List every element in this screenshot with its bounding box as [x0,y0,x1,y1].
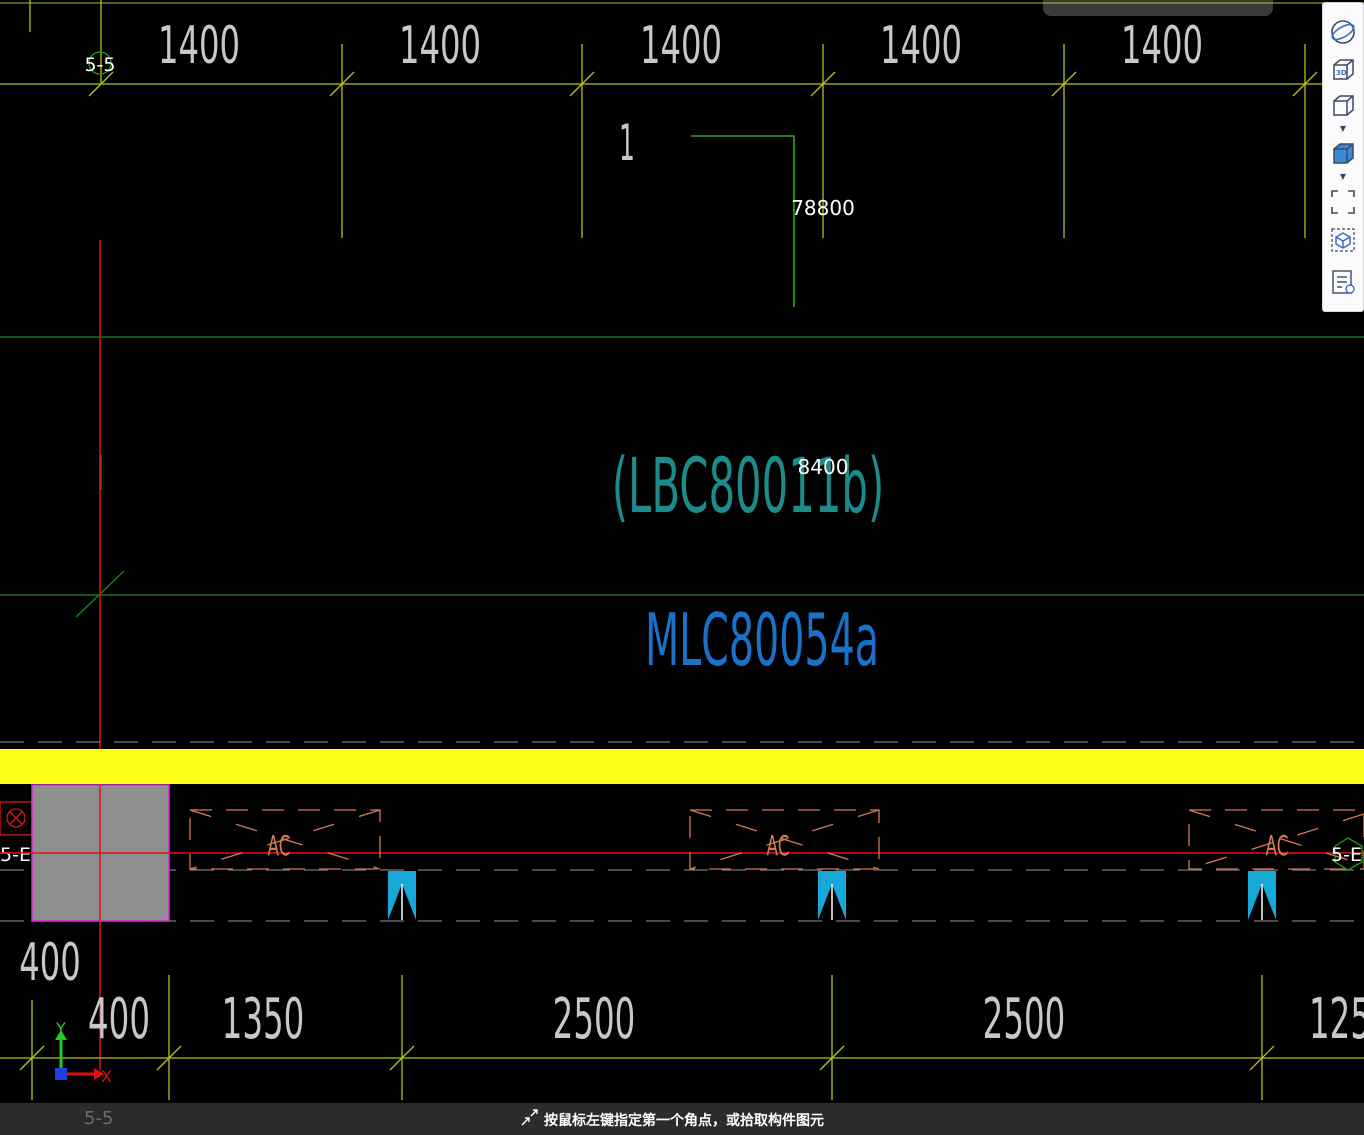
bottom-dim-3: 2500 [553,987,636,1052]
properties-icon[interactable] [1327,267,1359,297]
section-mark: 1 [619,114,635,172]
bottom-dimension-ticks [19,975,1275,1100]
ac-label-1: AC [268,831,291,863]
view-toolbar: 3D ▼ ▼ [1322,2,1364,312]
dim-400-upper: 400 [19,933,81,993]
ac-label-2: AC [767,831,790,863]
select-corner-icon [520,1109,540,1131]
svg-text:3D: 3D [1336,69,1347,77]
orbit-icon[interactable] [1327,17,1359,47]
status-message: 按鼠标左键指定第一个角点，或拾取构件图元 [544,1113,824,1129]
shaded-box-dropdown-icon[interactable]: ▼ [1338,173,1348,181]
bottom-dimension-labels: 400 1350 2500 2500 125 [88,987,1364,1052]
cyan-marker-2[interactable] [818,871,846,920]
top-dim-1: 1400 [158,16,240,76]
left-grid-label: 5-E [0,844,31,866]
axis-x-label: X [101,1067,112,1086]
view-box-icon[interactable] [1327,91,1359,121]
right-grid-label: 5-E [1331,844,1362,866]
isometric-icon[interactable] [1327,225,1359,255]
status-grid-label: 5-5 [84,1108,114,1129]
zoom-extents-icon[interactable] [1327,187,1359,217]
cad-canvas[interactable]: 1400 1400 1400 1400 1400 5-5 1 78800 (LB… [0,0,1364,1103]
bottom-dim-1: 400 [88,987,150,1052]
top-dim-3: 1400 [640,16,722,76]
section-leader [691,135,795,307]
ac-label-3: AC [1266,831,1289,863]
bottom-dim-5: 125 [1309,987,1364,1052]
top-dim-5: 1400 [1121,16,1203,76]
grid-label-top: 5-5 [84,54,115,76]
view-box-dropdown-icon[interactable]: ▼ [1338,125,1348,133]
beam-label: MLC80054a [645,598,879,682]
cyan-marker-1[interactable] [388,871,416,920]
view-3d-icon[interactable]: 3D [1327,55,1359,85]
top-dimension-labels: 1400 1400 1400 1400 1400 [158,16,1203,76]
top-dim-2: 1400 [399,16,481,76]
elevation-78800: 78800 [791,196,855,220]
axis-y-label: Y [55,1019,66,1038]
yellow-beam[interactable] [0,749,1364,784]
shaded-box-icon[interactable] [1327,139,1359,169]
bottom-dim-4: 2500 [983,987,1066,1052]
cyan-marker-3[interactable] [1248,871,1276,920]
elevation-8400: 8400 [798,455,849,479]
status-bar: 5-5 按鼠标左键指定第一个角点，或拾取构件图元 [0,1103,1364,1135]
bottom-dim-2: 1350 [222,987,305,1052]
top-dim-4: 1400 [880,16,962,76]
